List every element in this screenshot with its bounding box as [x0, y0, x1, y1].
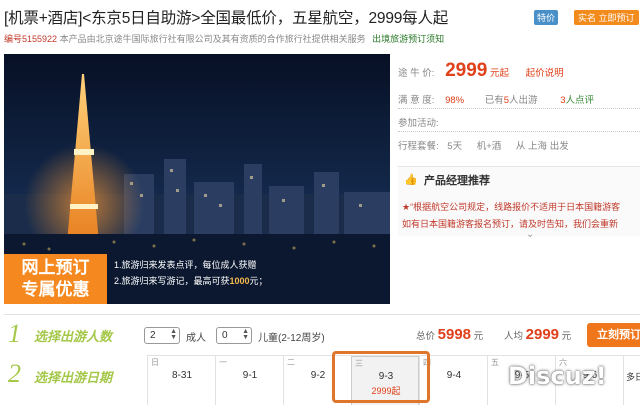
avg-value: 2999: [525, 326, 560, 343]
booking-panel: 1 选择出游人数 2 ▲ ▼ 成人 0 ▲ ▼ 儿童(2-12周岁) 总价 5998…: [4, 314, 640, 405]
promo-line-1: 1.旅游归来发表点评，每位成人获赠: [114, 260, 257, 270]
product-meta: 编号5155922 本产品由北京途牛国际旅行社有限公司及其有资质的合作旅行社提供…: [4, 32, 444, 45]
manager-note-line1: ★“根据航空公司规定，线路报价不适用于日本国籍游客: [402, 202, 621, 212]
booking-notice-link[interactable]: 出境旅游预订须知: [372, 34, 444, 44]
step-1-number: 1: [8, 319, 21, 348]
discuz-watermark: Discuz!: [508, 362, 607, 390]
promo-text: 1.旅游归来发表点评，每位成人获赠 2.旅游归来写游记，最高可获1000元；: [114, 257, 268, 289]
stepper-arrows-icon[interactable]: ▲ ▼: [242, 328, 249, 341]
total-price: 总价 5998 元: [416, 326, 483, 343]
book-now-tag[interactable]: 实名 立即预订: [574, 10, 639, 25]
date-label: 9-4: [446, 370, 462, 381]
satisfaction-value: 98%: [445, 95, 465, 106]
activity-label: 参加活动:: [398, 118, 439, 129]
weekday-label: 五: [491, 358, 499, 367]
manager-recommend: 👍 产品经理推荐 ★“根据航空公司规定，线路报价不适用于日本国籍游客 如有日本国…: [398, 166, 640, 240]
stepper-arrows-icon[interactable]: ▲ ▼: [170, 328, 177, 341]
date-label: 9-1: [242, 370, 258, 381]
step-2-number: 2: [8, 359, 21, 388]
weekday-label: 二: [287, 358, 295, 367]
promo-badge-line1: 网上预订: [21, 258, 90, 277]
reviews-suffix: 人点评: [565, 95, 594, 106]
total-unit: 元: [473, 331, 484, 342]
package-row: 行程套餐: 5天 机+酒 从 上海 出发: [398, 138, 569, 152]
product-info-panel: 途 牛 价: 2999 元起 起价说明 满 意 度: 98% 已有5人出游 3人…: [398, 54, 640, 304]
adult-label: 成人: [186, 333, 206, 344]
satisfaction-row: 满 意 度: 98% 已有5人出游 3人点评: [398, 92, 594, 106]
package-depart: 从 上海 出发: [515, 141, 569, 152]
satisfaction-label: 满 意 度:: [398, 95, 435, 106]
step-2-label: 选择出游日期: [34, 370, 113, 385]
price-unit: 元起: [489, 68, 509, 79]
promo-line-2: 2.旅游归来写游记，最高可获1000元；: [114, 273, 268, 289]
adult-count-value: 2: [150, 330, 156, 341]
thumbs-up-icon: 👍: [404, 174, 418, 186]
promo-line-2-prefix: 2.旅游归来写游记，最高可获: [114, 276, 230, 286]
total-label: 总价: [416, 331, 436, 342]
book-now-button[interactable]: 立刻预订: [587, 323, 640, 347]
date-cell[interactable]: 日 8-31: [147, 356, 215, 405]
child-count-value: 0: [222, 330, 228, 341]
step-1-label: 选择出游人数: [34, 329, 113, 344]
price-value: 2999: [445, 60, 488, 81]
product-code: 编号5155922: [4, 34, 58, 44]
traveled-count: 已有5人出游: [485, 95, 538, 106]
review-count[interactable]: 3人点评: [560, 95, 594, 106]
title-bar: [机票+酒店]<东京5日自助游>全国最低价，五星航空，2999每人起 特价 实名…: [4, 6, 640, 28]
child-count-stepper[interactable]: 0 ▲ ▼: [216, 327, 252, 344]
divider: [398, 131, 640, 132]
date-label: 8-31: [171, 370, 192, 381]
adult-count-stepper[interactable]: 2 ▲ ▼: [144, 327, 180, 344]
promo-badge-line2: 专属优惠: [21, 280, 90, 299]
package-type: 机+酒: [476, 141, 502, 152]
step-travelers: 1 选择出游人数 2 ▲ ▼ 成人 0 ▲ ▼ 儿童(2-12周岁) 总价 5998…: [4, 315, 640, 355]
price-label: 途 牛 价:: [398, 68, 435, 79]
tag-badge: 特价: [534, 10, 559, 25]
manager-note: ★“根据航空公司规定，线路报价不适用于日本国籍游客 如有日本国籍游客报名预订，请…: [402, 199, 620, 233]
date-cell[interactable]: 一 9-1: [215, 356, 283, 405]
product-title: [机票+酒店]<东京5日自助游>全国最低价，五星航空，2999每人起: [4, 10, 449, 27]
selected-date-highlight: [332, 351, 430, 403]
promo-badge: 网上预订 专属优惠: [4, 254, 107, 304]
child-label: 儿童(2-12周岁): [258, 333, 325, 344]
manager-title: 产品经理推荐: [424, 175, 490, 187]
provider-text: 本产品由北京途牛国际旅行社有限公司及其有资质的合作旅行社提供相关服务: [59, 34, 366, 44]
manager-note-line2: 如有日本国籍游客报名预订，请及时告知，我们会重新: [402, 219, 619, 229]
more-dates-label: 多日: [626, 372, 640, 382]
package-label: 行程套餐:: [398, 141, 439, 152]
package-days: 5天: [447, 141, 463, 152]
traveled-prefix: 已有: [484, 95, 504, 106]
avg-price: 人均 2999 元: [504, 326, 571, 343]
total-value: 5998: [437, 326, 472, 343]
price-explain-link[interactable]: 起价说明: [526, 68, 564, 79]
avg-unit: 元: [561, 331, 572, 342]
promo-amount: 1000: [229, 276, 250, 286]
destination-photo: 网上预订 专属优惠 1.旅游归来发表点评，每位成人获赠 2.旅游归来写游记，最高…: [4, 54, 390, 304]
more-dates[interactable]: 多日: [623, 356, 640, 405]
avg-label: 人均: [504, 331, 524, 342]
weekday-label: 一: [219, 358, 227, 367]
promo-line-2-suffix: 元；: [249, 276, 268, 286]
divider: [398, 108, 640, 109]
weekday-label: 日: [151, 358, 159, 367]
price-row: 途 牛 价: 2999 元起 起价说明: [398, 60, 564, 82]
chevron-down-icon[interactable]: ⌄: [526, 229, 534, 240]
traveled-suffix: 人出游: [509, 95, 538, 106]
